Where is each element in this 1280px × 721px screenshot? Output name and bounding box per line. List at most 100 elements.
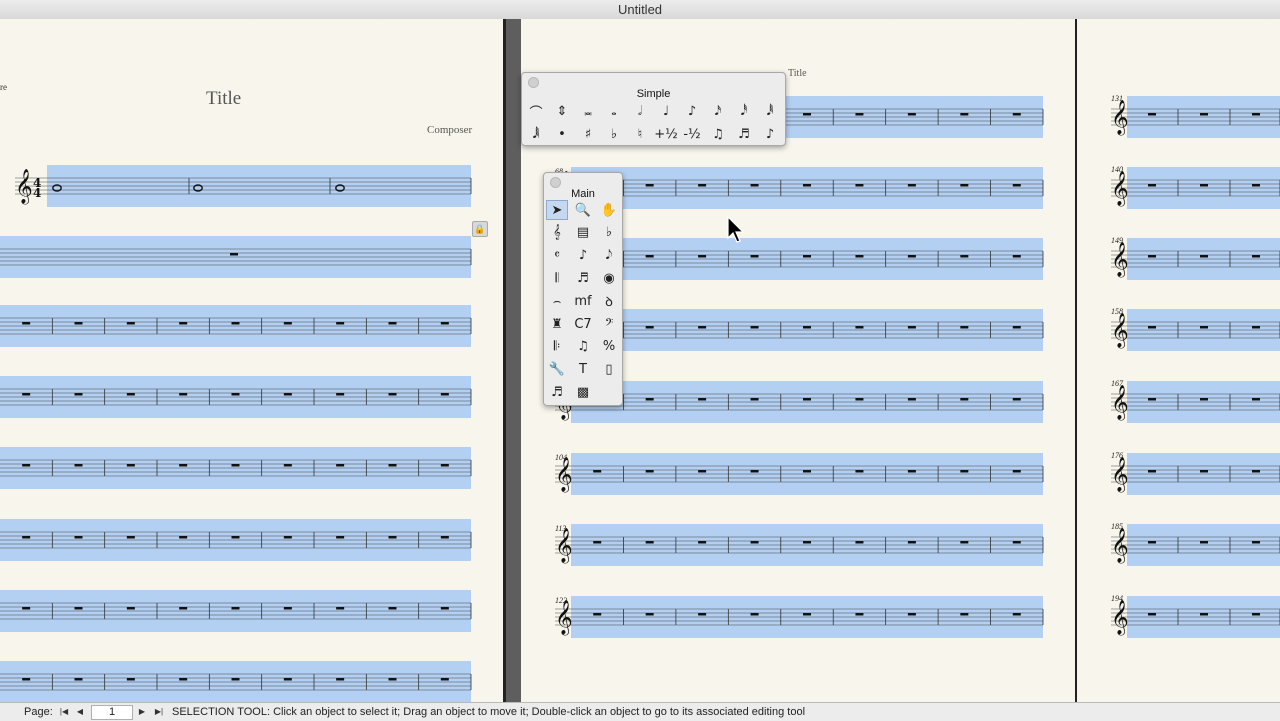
- whole-rest[interactable]: [855, 470, 864, 473]
- whole-rest[interactable]: [336, 464, 345, 467]
- eighth-note-icon[interactable]: ♪: [681, 101, 703, 121]
- sixteenth-note-icon[interactable]: 𝅘𝅥𝅯: [707, 101, 729, 121]
- special-tools-icon[interactable]: ♫: [572, 337, 594, 357]
- staff-system[interactable]: 𝄞: [1111, 167, 1280, 209]
- staff-system[interactable]: [0, 376, 472, 418]
- staff-system[interactable]: 𝄞: [1111, 524, 1280, 566]
- staff-system[interactable]: 𝄞: [555, 524, 1044, 566]
- whole-rest[interactable]: [1012, 541, 1021, 544]
- tuplet-tool-icon[interactable]: ♬: [572, 268, 594, 288]
- whole-rest[interactable]: [283, 607, 292, 610]
- whole-rest[interactable]: [698, 326, 707, 329]
- treble-clef-icon[interactable]: 𝄞: [1111, 313, 1129, 349]
- whole-rest[interactable]: [1200, 113, 1208, 116]
- whole-rest[interactable]: [1200, 184, 1208, 187]
- whole-rest[interactable]: [74, 464, 83, 467]
- lock-icon[interactable]: 🔒: [472, 221, 488, 237]
- whole-rest[interactable]: [1012, 470, 1021, 473]
- whole-rest[interactable]: [74, 322, 83, 325]
- whole-rest[interactable]: [1252, 541, 1260, 544]
- staff-icon[interactable]: 𝄞: [546, 223, 568, 243]
- whole-rest[interactable]: [855, 255, 864, 258]
- whole-rest[interactable]: [22, 322, 31, 325]
- clef-icon[interactable]: 𝄢: [598, 314, 620, 334]
- whole-rest[interactable]: [698, 541, 707, 544]
- whole-rest[interactable]: [388, 536, 397, 539]
- whole-rest[interactable]: [440, 607, 449, 610]
- whole-rest[interactable]: [645, 470, 654, 473]
- half-note-icon[interactable]: 𝅗𝅥: [629, 101, 651, 121]
- staff-system[interactable]: [0, 661, 472, 702]
- chord-icon[interactable]: C7: [572, 314, 594, 334]
- treble-clef-icon[interactable]: 𝄞: [1111, 385, 1129, 421]
- whole-rest[interactable]: [750, 541, 759, 544]
- whole-rest[interactable]: [855, 113, 864, 116]
- whole-rest[interactable]: [593, 470, 602, 473]
- simple-entry-palette[interactable]: Simple ⌒ ⇕ 𝅜 𝅝 𝅗𝅥 ♩ ♪ 𝅘𝅥𝅯 𝅘𝅥𝅰 𝅘𝅥𝅱 𝅘𝅥𝅲 • ♯ ♭ ♮ +½ -½ ♫ ♬ ♪: [521, 72, 786, 146]
- treble-clef-icon[interactable]: 𝄞: [1111, 600, 1129, 636]
- palette-close-button[interactable]: [528, 77, 539, 88]
- whole-rest[interactable]: [907, 113, 916, 116]
- whole-rest[interactable]: [1252, 470, 1260, 473]
- staff-system[interactable]: 𝄞: [1111, 309, 1280, 351]
- whole-rest[interactable]: [645, 613, 654, 616]
- previous-page-button[interactable]: ◀: [73, 705, 87, 718]
- staff-system[interactable]: 𝄞: [555, 238, 1044, 280]
- whole-rest[interactable]: [1200, 541, 1208, 544]
- whole-rest[interactable]: [803, 541, 811, 544]
- next-page-button[interactable]: ▶: [135, 705, 149, 718]
- whole-rest[interactable]: [336, 322, 345, 325]
- whole-rest[interactable]: [698, 255, 707, 258]
- whole-rest[interactable]: [907, 184, 916, 187]
- lyrics-icon[interactable]: ♜: [546, 314, 568, 334]
- whole-rest[interactable]: [126, 536, 135, 539]
- whole-rest[interactable]: [803, 613, 811, 616]
- half-step-down-icon[interactable]: -½: [681, 124, 703, 144]
- tuplet-icon[interactable]: ♫: [707, 124, 729, 144]
- wrench-icon[interactable]: 🔧: [546, 360, 568, 380]
- whole-rest[interactable]: [388, 464, 397, 467]
- whole-rest[interactable]: [283, 322, 292, 325]
- whole-rest[interactable]: [960, 326, 969, 329]
- whole-rest[interactable]: [1200, 255, 1208, 258]
- note-mover-icon[interactable]: ♬: [546, 382, 568, 402]
- whole-rest[interactable]: [336, 393, 345, 396]
- whole-rest[interactable]: [750, 398, 759, 401]
- whole-rest[interactable]: [907, 398, 916, 401]
- whole-rest[interactable]: [22, 393, 31, 396]
- whole-rest[interactable]: [231, 464, 240, 467]
- whole-rest[interactable]: [750, 470, 759, 473]
- whole-rest[interactable]: [388, 607, 397, 610]
- whole-rest[interactable]: [179, 678, 188, 681]
- whole-rest[interactable]: [283, 536, 292, 539]
- whole-rest[interactable]: [855, 613, 864, 616]
- whole-rest[interactable]: [593, 541, 602, 544]
- whole-rest[interactable]: [855, 398, 864, 401]
- staff-system[interactable]: [0, 590, 472, 632]
- whole-rest[interactable]: [126, 607, 135, 610]
- staff-system[interactable]: 𝄞: [555, 381, 1044, 423]
- staff-system[interactable]: 𝄞 44: [15, 165, 472, 207]
- whole-rest[interactable]: [1012, 113, 1021, 116]
- whole-rest[interactable]: [74, 607, 83, 610]
- whole-rest[interactable]: [22, 678, 31, 681]
- dot-icon[interactable]: •: [551, 124, 573, 144]
- whole-rest[interactable]: [440, 393, 449, 396]
- double-whole-note-icon[interactable]: 𝅜: [577, 101, 599, 121]
- key-signature-icon[interactable]: ♭: [598, 223, 620, 243]
- whole-rest[interactable]: [336, 536, 345, 539]
- whole-rest[interactable]: [388, 678, 397, 681]
- whole-rest[interactable]: [907, 255, 916, 258]
- whole-rest[interactable]: [74, 393, 83, 396]
- whole-rest[interactable]: [593, 613, 602, 616]
- whole-rest[interactable]: [960, 541, 969, 544]
- whole-rest[interactable]: [645, 541, 654, 544]
- grace-note-icon[interactable]: ♪: [759, 124, 781, 144]
- selection-arrow-icon[interactable]: ➤: [546, 200, 568, 220]
- whole-rest[interactable]: [1012, 398, 1021, 401]
- whole-rest[interactable]: [283, 464, 292, 467]
- treble-clef-icon[interactable]: 𝄞: [555, 528, 573, 564]
- whole-rest[interactable]: [1148, 470, 1156, 473]
- whole-rest[interactable]: [960, 613, 969, 616]
- tuplet-group-icon[interactable]: ♬: [733, 124, 755, 144]
